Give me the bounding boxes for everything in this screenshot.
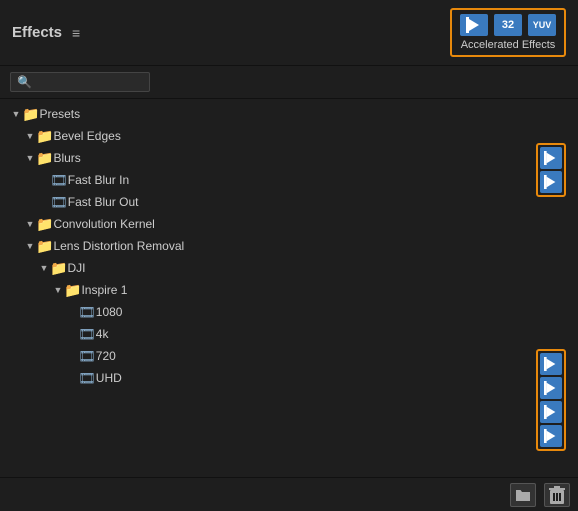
accelerated-effects-label: Accelerated Effects [461, 39, 556, 51]
tree-list: 📁 Presets 📁 Bevel Edges 📁 Blurs 🎞 Fast B… [0, 103, 578, 389]
film-icon-fast-blur-out: 🎞 [50, 195, 68, 209]
new-folder-button[interactable] [510, 483, 536, 507]
chevron-lens-distortion[interactable] [24, 240, 36, 252]
folder-star-icon-convolution-kernel: 📁 [36, 217, 53, 231]
item-label-uhd: UHD [96, 371, 122, 385]
accel-icon-fast-blur-in [540, 147, 562, 169]
effects-panel: Effects ≡ 32 YUV [0, 0, 578, 511]
panel-header: Effects ≡ 32 YUV [0, 0, 578, 66]
item-label-fast-blur-out: Fast Blur Out [68, 195, 139, 209]
item-label-1080: 1080 [96, 305, 123, 319]
accel-icon-720 [540, 401, 562, 423]
bottom-bar [0, 477, 578, 511]
film-icon-fast-blur-in: 🎞 [50, 173, 68, 187]
tree-item-uhd[interactable]: 🎞 UHD [0, 367, 578, 389]
tree-item-presets[interactable]: 📁 Presets [0, 103, 578, 125]
accel-icon-fast-blur-out [540, 171, 562, 193]
tree-item-inspire-1[interactable]: 📁 Inspire 1 [0, 279, 578, 301]
accel-icon-1080 [540, 353, 562, 375]
chevron-dji[interactable] [38, 262, 50, 274]
film-icon-720: 🎞 [78, 349, 96, 363]
tree-item-fast-blur-out[interactable]: 🎞 Fast Blur Out [0, 191, 578, 213]
tree-item-1080[interactable]: 🎞 1080 [0, 301, 578, 323]
accel-play-icon [460, 14, 488, 36]
delete-button[interactable] [544, 483, 570, 507]
tree-item-4k[interactable]: 🎞 4k [0, 323, 578, 345]
item-label-4k: 4k [96, 327, 109, 341]
tree-item-dji[interactable]: 📁 DJI [0, 257, 578, 279]
item-label-fast-blur-in: Fast Blur In [68, 173, 129, 187]
item-label-blurs: Blurs [53, 151, 80, 165]
chevron-blurs[interactable] [24, 152, 36, 164]
item-label-dji: DJI [67, 261, 85, 275]
folder-star-icon-bevel-edges: 📁 [36, 129, 53, 143]
accel-right-column [536, 143, 566, 197]
search-box[interactable]: 🔍 [10, 72, 150, 92]
item-label-lens-distortion: Lens Distortion Removal [53, 239, 184, 253]
accel-32-icon: 32 [494, 14, 522, 36]
chevron-presets[interactable] [10, 108, 22, 120]
tree-item-fast-blur-in[interactable]: 🎞 Fast Blur In [0, 169, 578, 191]
film-icon-uhd: 🎞 [78, 371, 96, 385]
accel-icon-4k [540, 377, 562, 399]
tree-item-bevel-edges[interactable]: 📁 Bevel Edges [0, 125, 578, 147]
tree-item-blurs[interactable]: 📁 Blurs [0, 147, 578, 169]
folder-star-icon-presets: 📁 [22, 107, 39, 121]
chevron-bevel-edges[interactable] [24, 130, 36, 142]
folder-star-icon-inspire-1: 📁 [64, 283, 81, 297]
search-input[interactable] [36, 75, 143, 89]
item-label-inspire-1: Inspire 1 [81, 283, 127, 297]
folder-star-icon-dji: 📁 [50, 261, 67, 275]
toolbar-row: 🔍 [0, 66, 578, 99]
accel-icons-row: 32 YUV [460, 14, 556, 36]
accel-right-column-bottom [536, 349, 566, 451]
folder-star-icon-blurs: 📁 [36, 151, 53, 165]
tree-item-lens-distortion[interactable]: 📁 Lens Distortion Removal [0, 235, 578, 257]
tree-item-720[interactable]: 🎞 720 [0, 345, 578, 367]
film-icon-4k: 🎞 [78, 327, 96, 341]
hamburger-menu[interactable]: ≡ [72, 25, 80, 41]
panel-title: Effects [12, 24, 62, 41]
tree-item-convolution-kernel[interactable]: 📁 Convolution Kernel [0, 213, 578, 235]
item-label-bevel-edges: Bevel Edges [53, 129, 120, 143]
item-label-720: 720 [96, 349, 116, 363]
item-label-convolution-kernel: Convolution Kernel [53, 217, 154, 231]
tree-container: 📁 Presets 📁 Bevel Edges 📁 Blurs 🎞 Fast B… [0, 99, 578, 477]
search-icon: 🔍 [17, 75, 32, 89]
accelerated-effects-group: 32 YUV Accelerated Effects [450, 8, 566, 57]
film-icon-1080: 🎞 [78, 305, 96, 319]
accel-yuv-icon: YUV [528, 14, 556, 36]
item-label-presets: Presets [39, 107, 80, 121]
chevron-inspire-1[interactable] [52, 284, 64, 296]
chevron-convolution-kernel[interactable] [24, 218, 36, 230]
folder-star-icon-lens-distortion: 📁 [36, 239, 53, 253]
accel-icon-uhd [540, 425, 562, 447]
